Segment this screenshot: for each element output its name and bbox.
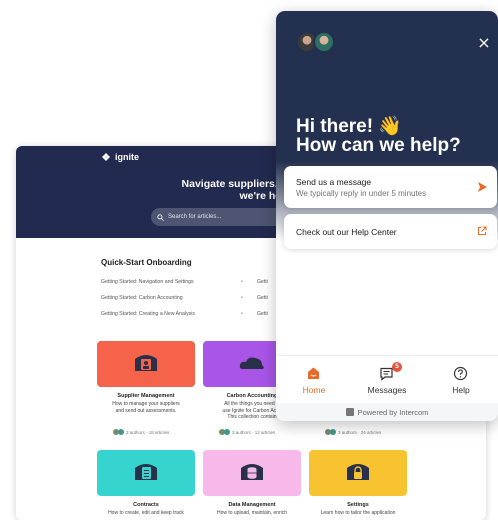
collection-description: How to create, edit and keep track [108, 510, 184, 516]
nav-label: Messages [367, 385, 407, 395]
nav-messages[interactable]: 5 Messages [350, 356, 424, 404]
brand-name: ignite [115, 152, 139, 162]
help-icon [453, 366, 468, 381]
help-center-link-title: Check out our Help Center [296, 227, 397, 237]
screen: ignite Navigate suppliers, spend, and co… [0, 0, 498, 520]
send-message-subtitle: We typically reply in under 5 minutes [296, 189, 427, 198]
nav-help[interactable]: Help [424, 356, 498, 404]
send-message-title: Send us a message [296, 177, 372, 187]
collection-art [309, 450, 407, 496]
author-avatar [118, 429, 124, 435]
quick-start-link-label: Getting Started: Navigation and Settings [101, 279, 194, 285]
brand-logo[interactable]: ignite [100, 152, 139, 162]
bullet-icon: • [241, 295, 243, 301]
collection-description: How to upload, maintain, enrich [216, 510, 288, 516]
avatar [313, 31, 335, 53]
collection-title: Supplier Management [117, 393, 175, 399]
collection-meta: 3 authors · 12 articles [219, 429, 275, 435]
collection-meta-text: 3 authors · 18 articles [126, 429, 170, 435]
collection-card-settings[interactable]: Settings Learn how to tailor the applica… [309, 450, 407, 516]
collection-description: How to manage your suppliers and send ou… [97, 401, 195, 414]
nav-home[interactable]: Home [277, 356, 351, 404]
collection-card-data-management[interactable]: Data Management How to upload, maintain,… [203, 450, 301, 516]
send-message-card[interactable]: Send us a message We typically reply in … [284, 166, 497, 208]
search-placeholder: Search for articles... [168, 214, 222, 220]
nav-label: Home [302, 385, 326, 395]
collection-art [97, 450, 195, 496]
quick-start-link-label: Getti [256, 311, 268, 317]
collection-meta: 3 authors · 18 articles [113, 429, 169, 435]
quick-start-link-label: Getting Started: Creating a New Analysis [101, 311, 195, 317]
nav-label: Help [452, 385, 470, 395]
supplier-icon [135, 355, 157, 371]
quick-start-link[interactable]: Getting Started: Creating a New Analysis… [101, 311, 291, 317]
collection-card-contracts[interactable]: Contracts How to create, edit and keep t… [97, 450, 195, 516]
collection-meta-text: 3 authors · 12 articles [232, 429, 276, 435]
help-center-link-card[interactable]: Check out our Help Center [284, 214, 497, 249]
powered-by-intercom[interactable]: Powered by Intercom [276, 403, 498, 421]
messenger-nav: Home 5 Messages Help [276, 355, 498, 403]
team-avatars [296, 31, 335, 53]
bullet-icon: • [241, 311, 243, 317]
powered-by-text: Powered by Intercom [357, 407, 429, 417]
unread-badge: 5 [392, 362, 402, 372]
quick-start-link-label: Getti [256, 295, 268, 301]
author-avatar [330, 429, 336, 435]
greeting-line-2: How can we help? [296, 135, 461, 156]
bullet-icon: • [241, 279, 243, 285]
collection-meta-text: 3 authors · 24 articles [338, 429, 382, 435]
database-icon [241, 464, 263, 480]
messenger-widget: × Hi there! 👋 How can we help? Send us a… [276, 11, 498, 421]
quick-start-title: Quick-Start Onboarding [101, 258, 192, 267]
intercom-logo-icon [345, 408, 354, 416]
send-icon [478, 182, 487, 192]
ignite-logo-icon [102, 153, 110, 161]
collection-description-line: and send out assessments. [115, 407, 177, 414]
collection-meta: 3 authors · 24 articles [325, 429, 381, 435]
search-icon [157, 213, 164, 221]
collection-description: Learn how to tailor the application [320, 510, 396, 516]
cloud-icon [239, 357, 264, 369]
collection-title: Data Management [228, 502, 276, 508]
external-link-icon [478, 226, 487, 235]
quick-start-link-label: Getting Started: Carbon Accounting [101, 295, 183, 301]
home-icon [308, 367, 319, 379]
lock-icon [347, 464, 369, 480]
author-avatar [224, 429, 230, 435]
quick-start-link[interactable]: Getting Started: Carbon Accounting • Get… [101, 295, 291, 301]
document-icon [135, 464, 157, 480]
collection-title: Settings [347, 502, 369, 508]
collection-art [97, 341, 195, 387]
quick-start-link[interactable]: Getting Started: Navigation and Settings… [101, 279, 291, 285]
close-icon[interactable]: × [476, 35, 492, 51]
collection-title: Contracts [133, 502, 159, 508]
collection-art [203, 450, 301, 496]
quick-start-link-label: Getti [256, 279, 268, 285]
collection-card-supplier-management[interactable]: Supplier Management How to manage your s… [97, 341, 195, 435]
